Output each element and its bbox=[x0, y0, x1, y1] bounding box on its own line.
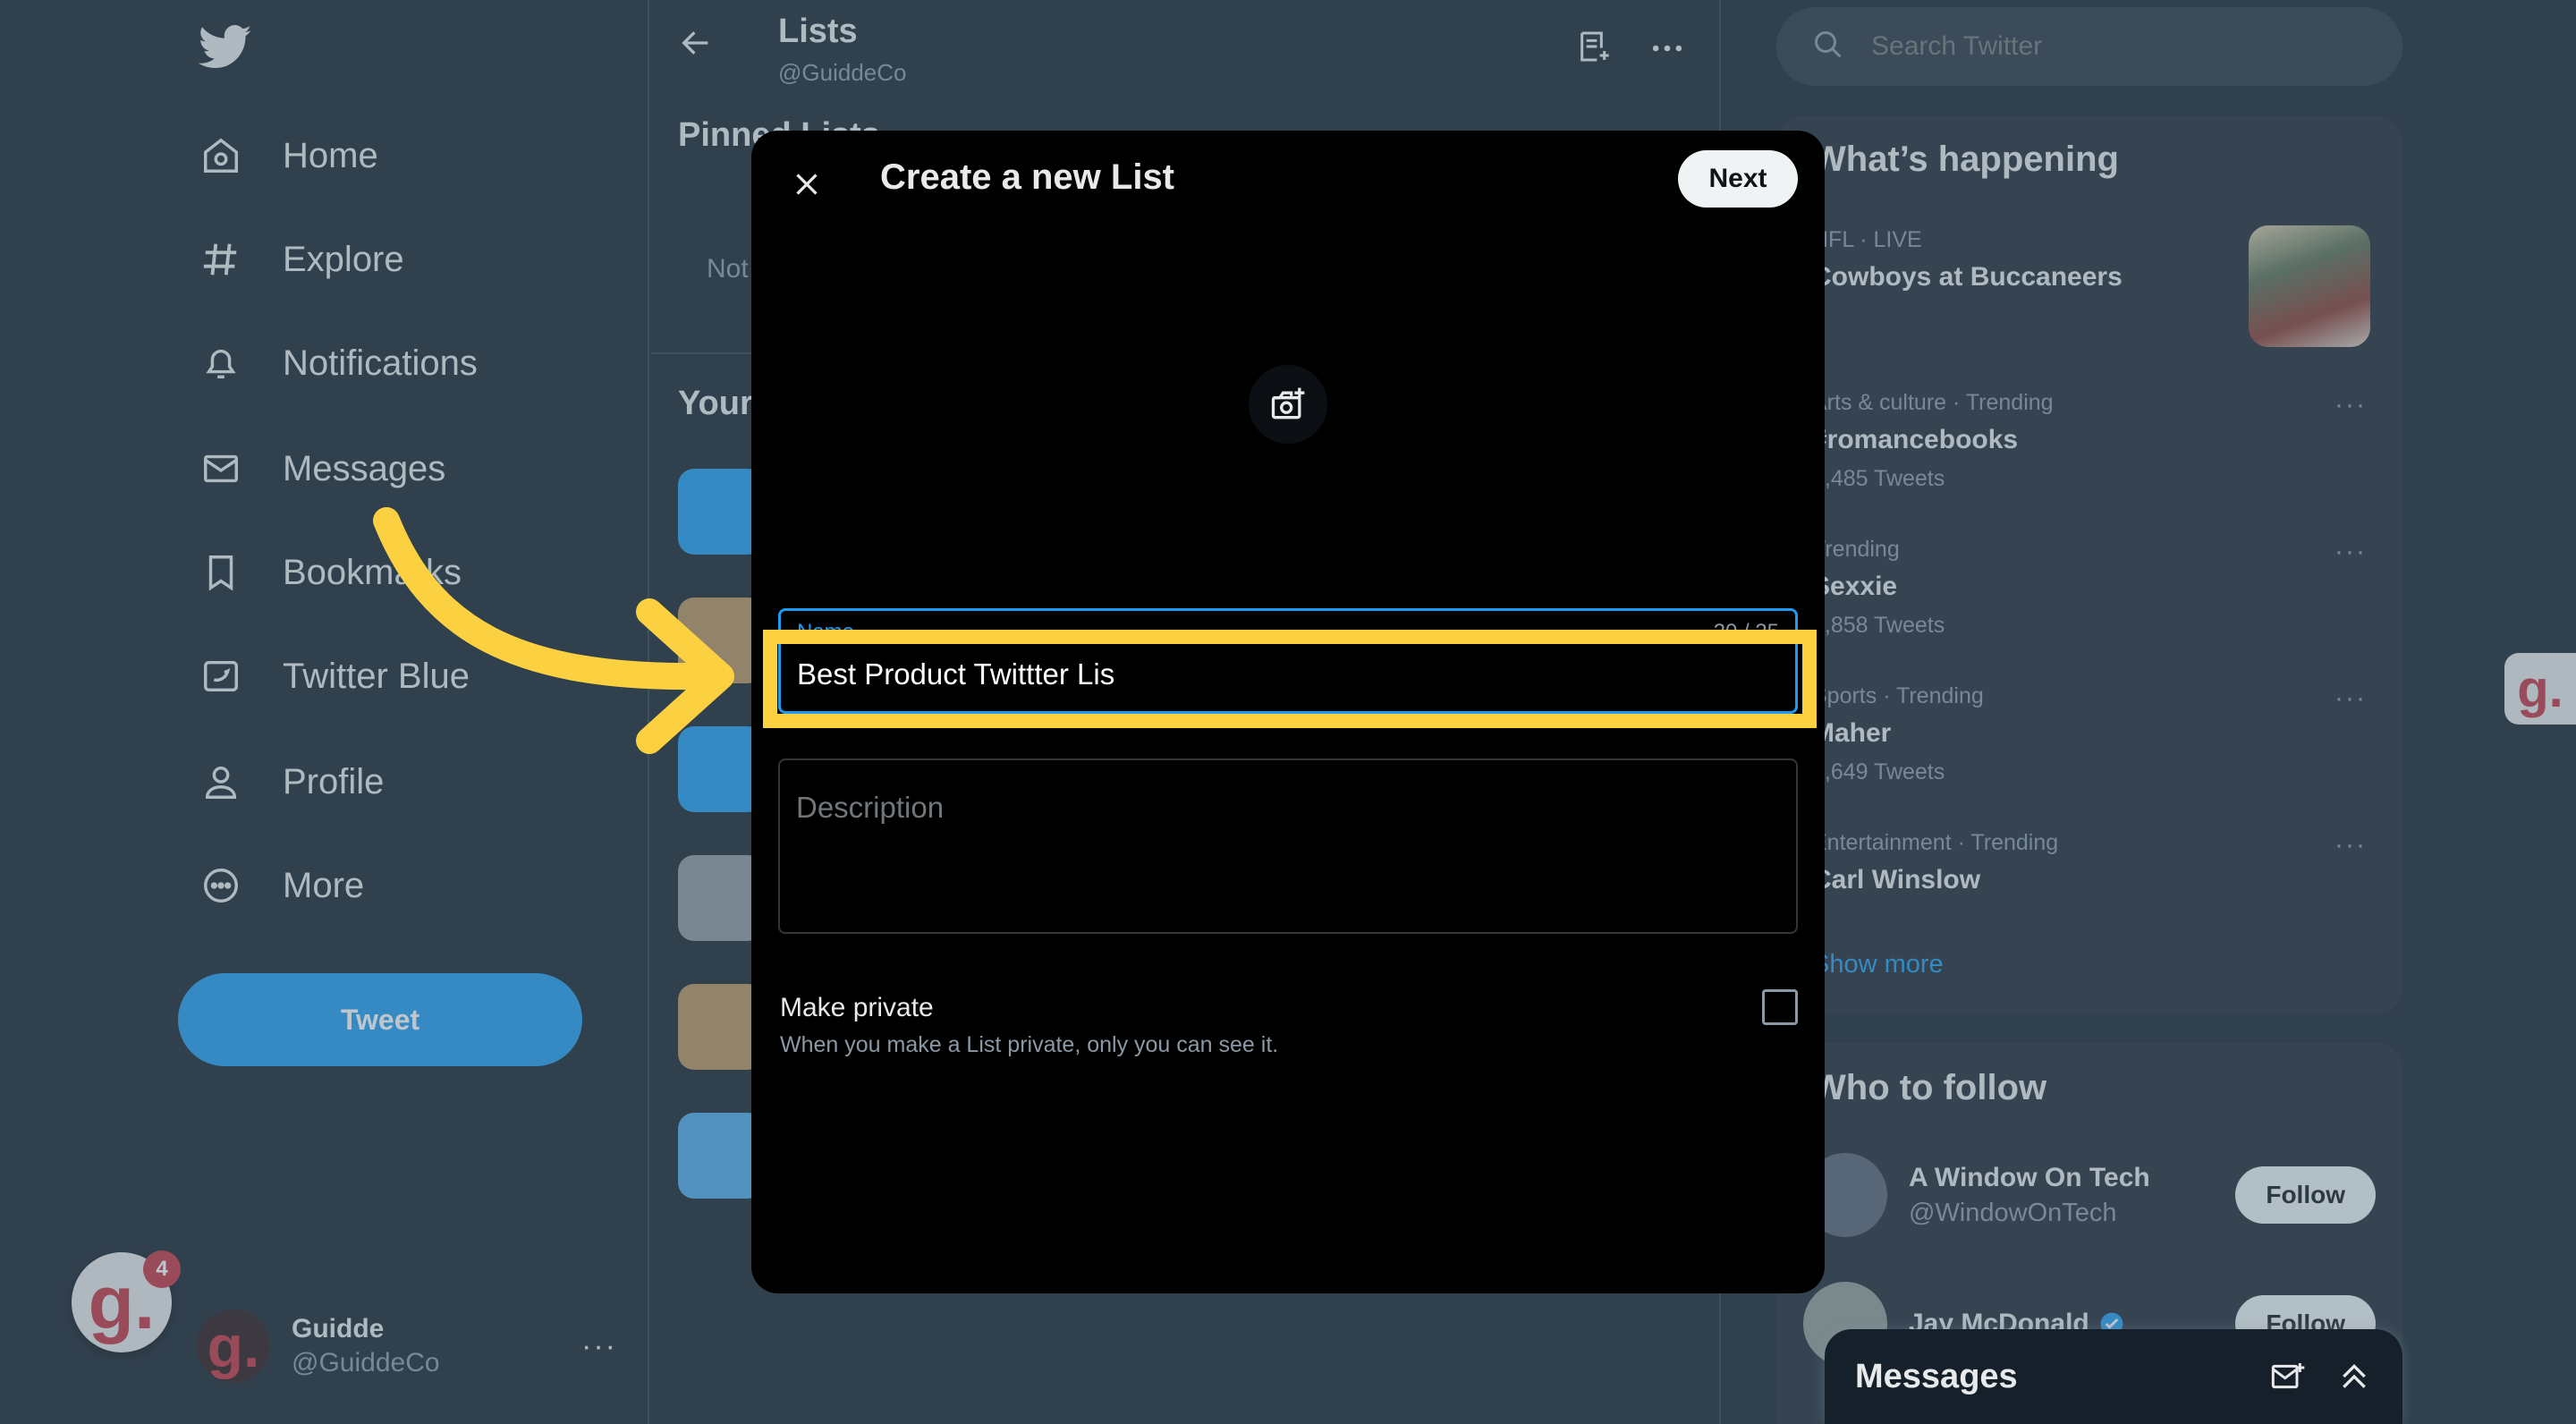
new-message-icon[interactable] bbox=[2270, 1359, 2306, 1394]
dialog-title: Create a new List bbox=[880, 157, 1175, 197]
make-private-help: When you make a List private, only you c… bbox=[780, 1032, 1279, 1057]
pointer-arrow-icon bbox=[373, 507, 734, 754]
make-private-label: Make private bbox=[780, 993, 934, 1022]
twitter-app: Home Explore Notifications Messages Book… bbox=[0, 0, 2576, 1424]
description-input[interactable] bbox=[796, 791, 1780, 907]
camera-plus-icon bbox=[1271, 387, 1305, 420]
messages-drawer[interactable]: Messages bbox=[1825, 1329, 2402, 1424]
expand-up-icon[interactable] bbox=[2336, 1359, 2372, 1394]
close-button[interactable] bbox=[778, 156, 835, 213]
description-field[interactable] bbox=[778, 759, 1798, 934]
add-banner-photo-button[interactable] bbox=[1249, 365, 1327, 444]
next-button[interactable]: Next bbox=[1678, 150, 1798, 208]
make-private-checkbox[interactable] bbox=[1762, 989, 1798, 1025]
close-icon bbox=[796, 174, 818, 195]
messages-drawer-actions bbox=[2270, 1359, 2372, 1394]
messages-drawer-title: Messages bbox=[1855, 1357, 2018, 1395]
highlight-box bbox=[763, 630, 1817, 728]
